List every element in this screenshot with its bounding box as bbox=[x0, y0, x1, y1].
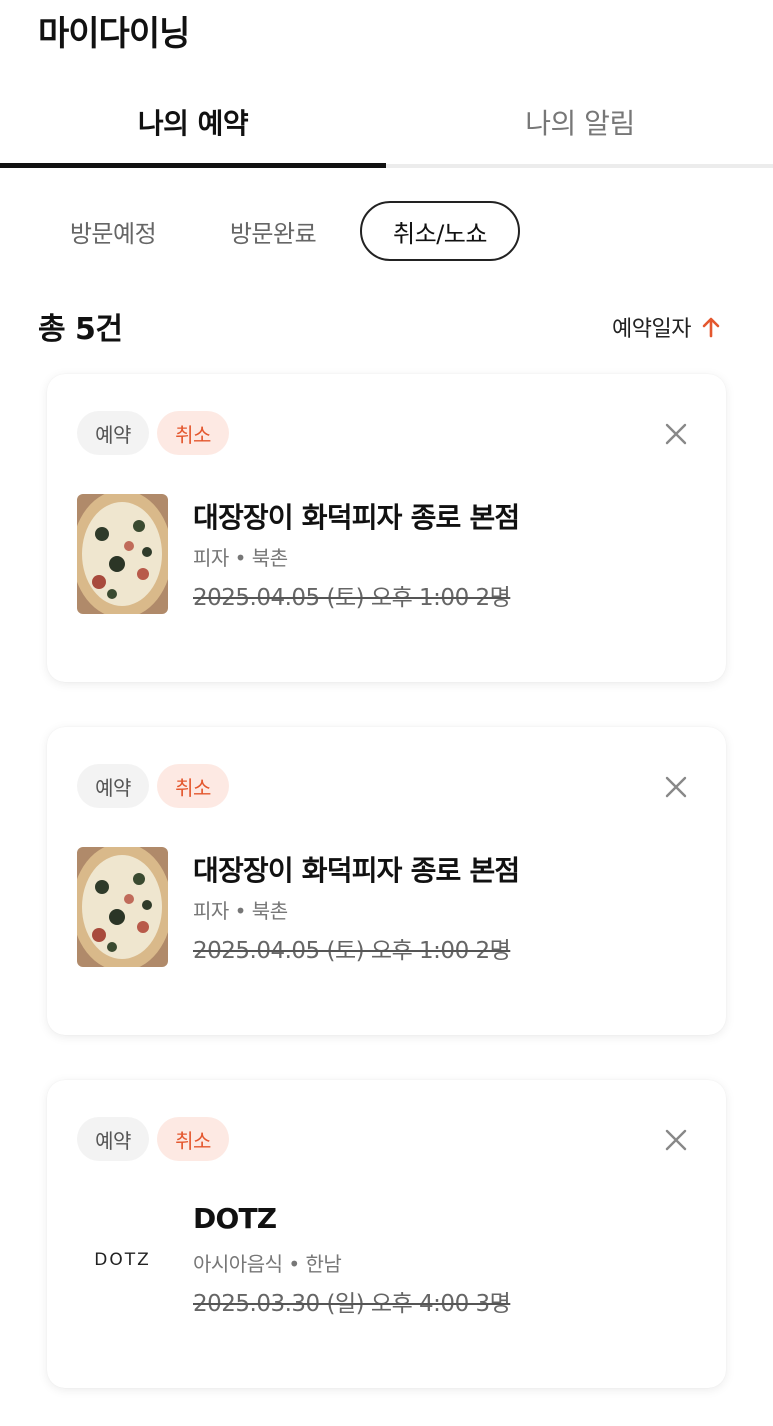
tab-my-notifications[interactable]: 나의 알림 bbox=[387, 80, 773, 164]
pizza-thumbnail[interactable] bbox=[77, 847, 168, 967]
active-tab-indicator bbox=[0, 163, 386, 168]
close-icon[interactable] bbox=[661, 419, 691, 449]
page-title: 마이다이닝 bbox=[38, 14, 190, 54]
restaurant-name[interactable]: DOTZ bbox=[193, 1202, 277, 1235]
restaurant-meta: 피자 • 북촌 bbox=[193, 899, 288, 923]
close-icon[interactable] bbox=[661, 1125, 691, 1155]
restaurant-meta: 아시아음식 • 한남 bbox=[193, 1252, 342, 1276]
sort-button[interactable]: 예약일자 bbox=[612, 310, 721, 344]
restaurant-name[interactable]: 대장장이 화덕피자 종로 본점 bbox=[193, 496, 520, 536]
filter-upcoming[interactable]: 방문예정 bbox=[58, 201, 168, 261]
arrow-up-icon bbox=[702, 317, 720, 338]
tab-bar: 나의 예약 나의 알림 bbox=[0, 80, 773, 168]
close-icon[interactable] bbox=[661, 772, 691, 802]
status-badge: 취소 bbox=[157, 411, 229, 455]
tab-my-reservations[interactable]: 나의 예약 bbox=[0, 80, 386, 164]
filter-cancelled-noshow[interactable]: 취소/노쇼 bbox=[360, 201, 520, 261]
type-badge: 예약 bbox=[77, 1117, 149, 1161]
reservation-card[interactable]: 예약 취소 DOTZ DOTZ 아시아음식 • 한남 2025.03.30 (일… bbox=[47, 1080, 726, 1388]
type-badge: 예약 bbox=[77, 764, 149, 808]
sort-label: 예약일자 bbox=[612, 317, 691, 342]
restaurant-name[interactable]: 대장장이 화덕피자 종로 본점 bbox=[193, 849, 520, 889]
restaurant-meta: 피자 • 북촌 bbox=[193, 546, 288, 570]
type-badge: 예약 bbox=[77, 411, 149, 455]
my-dining-page: 마이다이닝 나의 예약 나의 알림 방문예정 방문완료 취소/노쇼 총 5건 예… bbox=[0, 0, 773, 1426]
reservation-card[interactable]: 예약 취소 대장장이 화덕피자 종로 본점 피자 • 북촌 2025.04.05… bbox=[47, 374, 726, 682]
status-badge: 취소 bbox=[157, 764, 229, 808]
pizza-thumbnail[interactable] bbox=[77, 494, 168, 614]
reservation-datetime: 2025.03.30 (일) 오후 4:00 3명 bbox=[193, 1291, 511, 1317]
reservation-datetime: 2025.04.05 (토) 오후 1:00 2명 bbox=[193, 938, 511, 964]
reservation-datetime: 2025.04.05 (토) 오후 1:00 2명 bbox=[193, 585, 511, 611]
restaurant-logo[interactable]: DOTZ bbox=[77, 1250, 168, 1270]
reservation-card[interactable]: 예약 취소 대장장이 화덕피자 종로 본점 피자 • 북촌 2025.04.05… bbox=[47, 727, 726, 1035]
total-count: 총 5건 bbox=[38, 312, 123, 347]
status-badge: 취소 bbox=[157, 1117, 229, 1161]
filter-visited[interactable]: 방문완료 bbox=[218, 201, 328, 261]
